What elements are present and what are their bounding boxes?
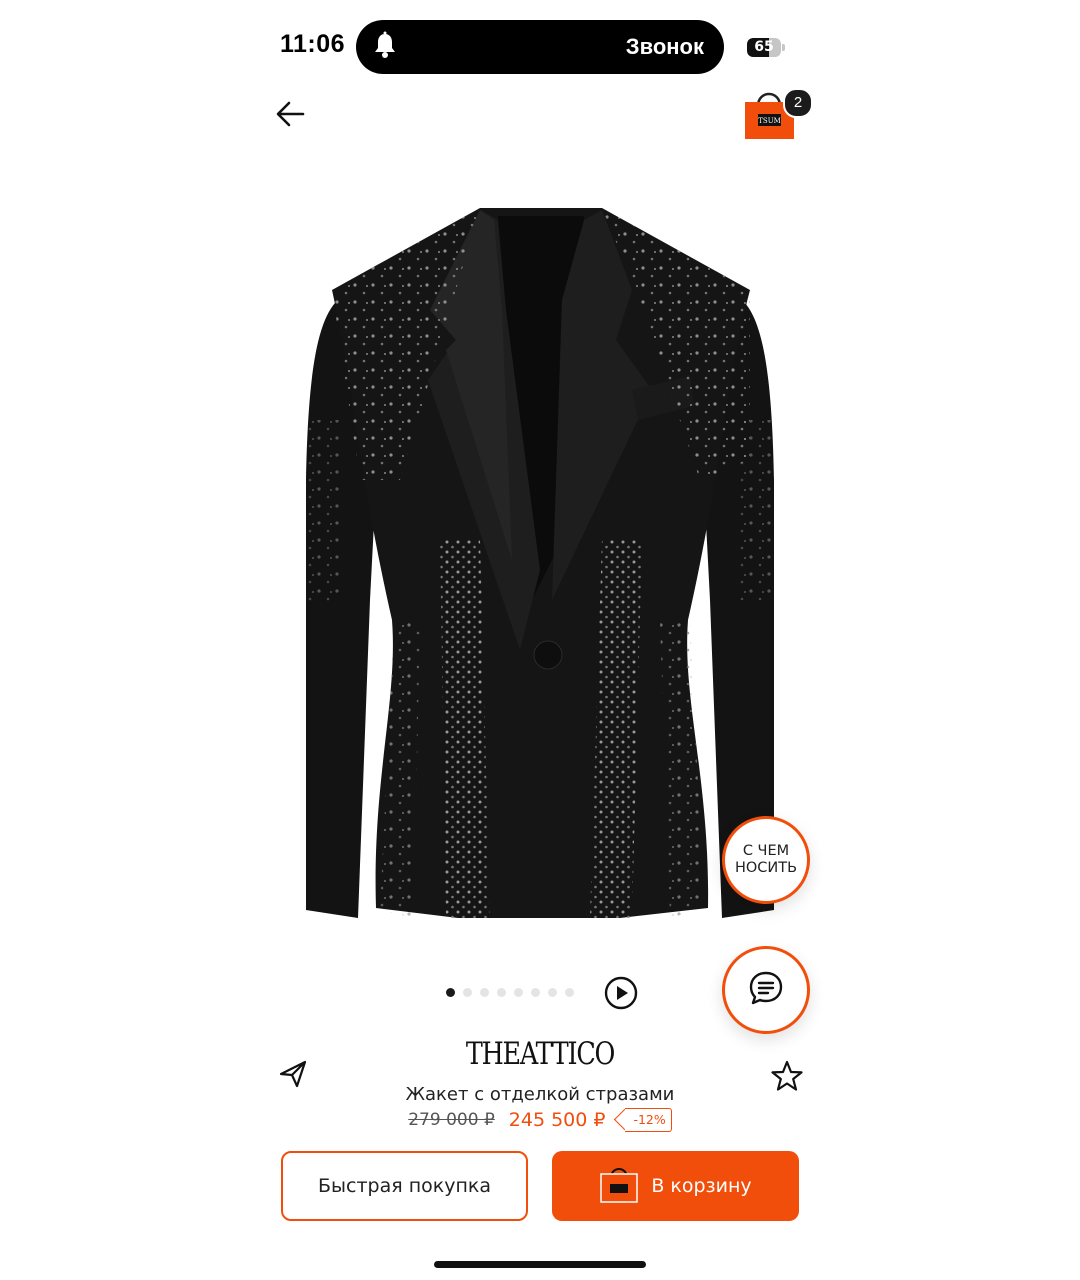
quick-buy-label: Быстрая покупка xyxy=(317,1175,492,1197)
status-time: 11:06 xyxy=(280,30,346,58)
share-icon[interactable] xyxy=(279,1060,307,1088)
discount-badge: -12% xyxy=(625,1108,672,1132)
arrow-left-icon[interactable] xyxy=(273,96,309,132)
product-name: Жакет с отделкой стразами xyxy=(405,1084,675,1105)
dynamic-island[interactable]: Звонок xyxy=(356,20,724,74)
carousel-pagination[interactable] xyxy=(446,988,574,997)
carousel-dot[interactable] xyxy=(463,988,472,997)
carousel-dot[interactable] xyxy=(480,988,489,997)
chat-button[interactable] xyxy=(722,946,810,1034)
old-price: 279 000 ₽ xyxy=(408,1110,495,1130)
home-indicator[interactable] xyxy=(434,1261,646,1268)
outfit-suggestions-button[interactable]: С ЧЕМ НОСИТЬ xyxy=(722,816,810,904)
cart-count-badge: 2 xyxy=(783,88,813,118)
battery-indicator: 65 xyxy=(747,38,785,57)
current-price: 245 500 ₽ xyxy=(508,1109,606,1131)
cart-logo: TSUM xyxy=(758,117,781,125)
bell-icon xyxy=(372,31,398,64)
play-icon[interactable] xyxy=(604,976,638,1010)
star-icon[interactable] xyxy=(771,1060,803,1092)
carousel-dot[interactable] xyxy=(514,988,523,997)
add-to-cart-button[interactable]: В корзину xyxy=(552,1151,799,1221)
battery-level: 65 xyxy=(754,39,774,55)
price-row: 279 000 ₽ 245 500 ₽ -12% xyxy=(380,1108,700,1132)
quick-buy-button[interactable]: Быстрая покупка xyxy=(281,1151,528,1221)
carousel-dot[interactable] xyxy=(446,988,455,997)
add-to-cart-label: В корзину xyxy=(651,1175,752,1197)
carousel-dot[interactable] xyxy=(548,988,557,997)
island-label: Звонок xyxy=(625,34,704,59)
carousel-dot[interactable] xyxy=(565,988,574,997)
brand-logo[interactable]: THEATTICO xyxy=(409,1036,671,1072)
carousel-dot[interactable] xyxy=(531,988,540,997)
chat-bubble-icon xyxy=(748,970,784,1011)
product-photo[interactable] xyxy=(280,180,800,950)
shopping-bag-icon xyxy=(599,1164,639,1209)
carousel-dot[interactable] xyxy=(497,988,506,997)
